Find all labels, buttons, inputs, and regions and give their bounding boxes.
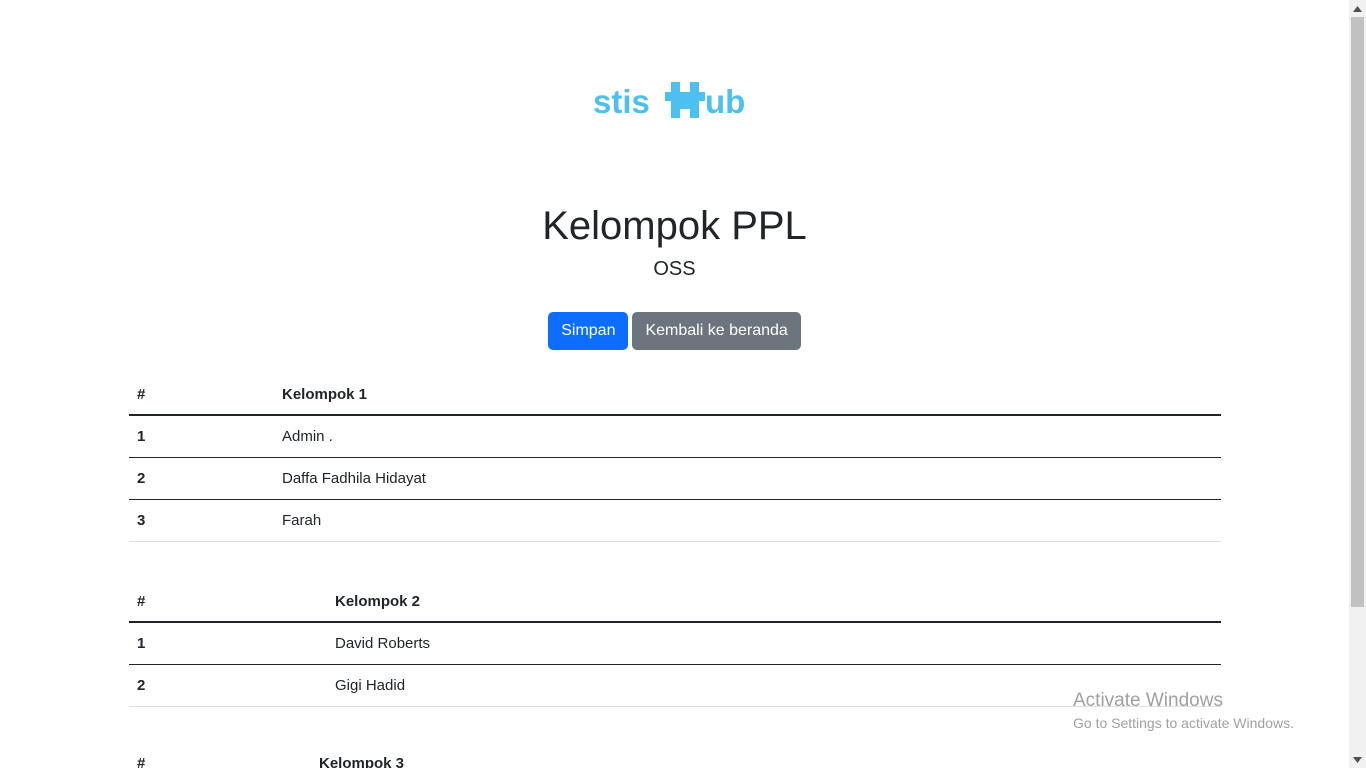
member-name: Farah: [274, 499, 1221, 542]
table-row: 1 David Roberts: [129, 622, 1221, 665]
member-name: Gigi Hadid: [327, 664, 1221, 707]
row-number: 3: [129, 499, 274, 542]
column-header-group: Kelompok 2: [327, 581, 1221, 623]
group-table-1: # Kelompok 1 1 Admin . 2 Daffa Fadhila H…: [129, 374, 1221, 542]
column-header-number: #: [129, 581, 327, 623]
table-header-row: # Kelompok 1: [129, 374, 1221, 416]
vertical-scrollbar[interactable]: [1349, 0, 1366, 768]
row-number: 2: [129, 664, 327, 707]
stishub-logo[interactable]: stis ub: [593, 78, 763, 124]
scroll-up-icon[interactable]: [1349, 0, 1366, 17]
table-row: 1 Admin .: [129, 415, 1221, 458]
table-row: 3 Farah: [129, 499, 1221, 542]
scroll-down-icon[interactable]: [1349, 751, 1366, 768]
column-header-group: Kelompok 1: [274, 374, 1221, 416]
action-buttons: Simpan Kembali ke beranda: [0, 312, 1349, 350]
table-row: 2 Daffa Fadhila Hidayat: [129, 457, 1221, 500]
page-title: Kelompok PPL: [542, 204, 807, 248]
table-row: 2 Gigi Hadid: [129, 664, 1221, 707]
svg-text:stis: stis: [593, 83, 650, 120]
scroll-thumb[interactable]: [1351, 17, 1364, 607]
table-header-row: # Kelompok 2: [129, 581, 1221, 623]
member-name: Admin .: [274, 415, 1221, 458]
member-name: David Roberts: [327, 622, 1221, 665]
column-header-group: Kelompok 3: [311, 743, 1221, 768]
column-header-number: #: [129, 374, 274, 416]
watermark-subtitle: Go to Settings to activate Windows.: [1073, 715, 1294, 731]
column-header-number: #: [129, 743, 311, 768]
group-table-2: # Kelompok 2 1 David Roberts 2 Gigi Hadi…: [129, 581, 1221, 707]
group-table-3: # Kelompok 3: [129, 743, 1221, 768]
row-number: 1: [129, 622, 327, 665]
svg-text:ub: ub: [705, 83, 745, 120]
row-number: 1: [129, 415, 274, 458]
back-to-home-button[interactable]: Kembali ke beranda: [632, 312, 801, 350]
row-number: 2: [129, 457, 274, 500]
save-button[interactable]: Simpan: [548, 312, 629, 350]
member-name: Daffa Fadhila Hidayat: [274, 457, 1221, 500]
page: stis ub Kelompok PPL OSS Simpan Kembali …: [0, 0, 1349, 768]
page-subtitle: OSS: [653, 258, 696, 280]
table-header-row: # Kelompok 3: [129, 743, 1221, 768]
